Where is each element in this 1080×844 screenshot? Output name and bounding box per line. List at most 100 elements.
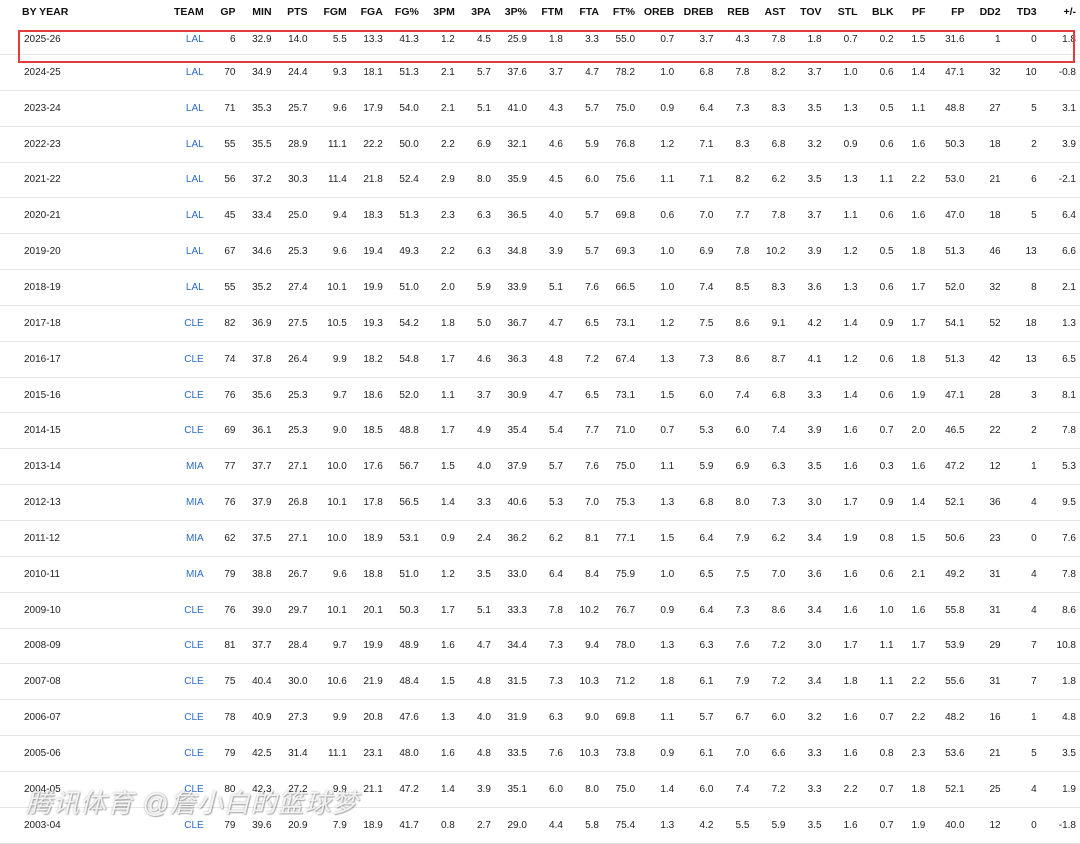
stat-cell: 1.9 — [897, 807, 930, 844]
stat-cell: 4.4 — [530, 807, 567, 844]
stat-cell: 25 — [968, 771, 1005, 808]
stat-cell: 5.0 — [458, 305, 495, 342]
stat-cell: 1.3 — [639, 484, 679, 521]
stat-cell: 12 — [968, 807, 1005, 844]
team-link[interactable]: LAL — [137, 162, 208, 199]
stat-cell: 1.1 — [639, 162, 679, 199]
stat-cell: 42.5 — [239, 735, 276, 772]
team-link[interactable]: LAL — [137, 233, 208, 271]
column-header[interactable]: MIN — [240, 0, 276, 24]
stat-cell: 47.0 — [929, 197, 969, 235]
column-header[interactable]: AST — [753, 0, 789, 24]
stat-cell: 6.0 — [753, 699, 790, 737]
team-link[interactable]: LAL — [137, 54, 208, 91]
column-header[interactable]: +/- — [1041, 0, 1080, 24]
stat-cell: 8.1 — [1040, 377, 1080, 414]
column-header[interactable]: TEAM — [138, 0, 208, 24]
stat-cell: 4.7 — [530, 377, 567, 414]
stat-cell: 5.9 — [458, 269, 495, 306]
team-link[interactable]: LAL — [137, 269, 208, 306]
stat-cell: 50.0 — [386, 126, 423, 163]
team-link[interactable]: LAL — [137, 24, 208, 55]
stat-cell: 6.9 — [458, 126, 495, 163]
stat-cell: 4.0 — [458, 699, 495, 737]
stat-cell: 7.1 — [678, 162, 718, 199]
team-link[interactable]: LAL — [137, 126, 208, 163]
stat-cell: 19.4 — [350, 233, 387, 271]
column-header[interactable]: DD2 — [969, 0, 1005, 24]
stat-cell: 4 — [1004, 484, 1041, 521]
stat-cell: 56.7 — [386, 448, 423, 486]
team-link[interactable]: CLE — [137, 412, 208, 450]
column-header[interactable]: FGM — [312, 0, 351, 24]
team-link[interactable]: CLE — [137, 341, 208, 378]
stat-cell: 26.7 — [275, 556, 312, 593]
stat-cell: 1.2 — [422, 24, 459, 55]
team-link[interactable]: MIA — [137, 520, 208, 557]
column-header[interactable]: STL — [826, 0, 862, 24]
stat-cell: 45 — [207, 197, 240, 235]
stat-cell: 0.8 — [861, 520, 898, 557]
team-link[interactable]: CLE — [137, 305, 208, 342]
stat-cell: 4.8 — [530, 341, 567, 378]
column-header[interactable]: BY YEAR — [0, 0, 138, 24]
stat-cell: 2 — [1004, 126, 1041, 163]
stat-cell: 51.3 — [929, 341, 969, 378]
column-header[interactable]: 3P% — [495, 0, 531, 24]
column-header[interactable]: FGA — [351, 0, 387, 24]
column-header[interactable]: BLK — [862, 0, 898, 24]
stat-cell: 5 — [1004, 197, 1041, 235]
column-header[interactable]: TOV — [789, 0, 825, 24]
stat-cell: 7.5 — [717, 556, 754, 593]
column-header[interactable]: DREB — [678, 0, 717, 24]
team-link[interactable]: CLE — [137, 377, 208, 414]
stat-cell: 9.4 — [566, 628, 603, 665]
stat-cell: 1.5 — [422, 663, 459, 701]
column-header[interactable]: FG% — [387, 0, 423, 24]
stat-cell: 79 — [207, 735, 240, 772]
stat-cell: 3.5 — [789, 90, 826, 127]
stat-cell: 1.7 — [422, 341, 459, 378]
column-header[interactable]: FTA — [567, 0, 603, 24]
column-header[interactable]: 3PA — [459, 0, 495, 24]
stat-cell: 1.7 — [825, 628, 862, 665]
season-cell: 2020-21 — [0, 197, 138, 235]
stat-cell: 4.0 — [458, 448, 495, 486]
team-link[interactable]: CLE — [137, 592, 208, 629]
season-cell: 2011-12 — [0, 520, 138, 557]
column-header[interactable]: PF — [898, 0, 930, 24]
stat-cell: 4.1 — [789, 341, 826, 378]
team-link[interactable]: CLE — [137, 628, 208, 665]
stat-cell: 10.8 — [1040, 628, 1080, 665]
column-header[interactable]: REB — [717, 0, 753, 24]
stat-cell: 31 — [968, 663, 1005, 701]
column-header[interactable]: PTS — [276, 0, 312, 24]
team-link[interactable]: CLE — [137, 663, 208, 701]
column-header[interactable]: FP — [929, 0, 968, 24]
team-link[interactable]: MIA — [137, 448, 208, 486]
team-link[interactable]: CLE — [137, 735, 208, 772]
stat-cell: 23 — [968, 520, 1005, 557]
column-header[interactable]: GP — [208, 0, 240, 24]
stat-cell: 30.3 — [275, 162, 312, 199]
stat-cell: 0.6 — [861, 377, 898, 414]
column-header[interactable]: FTM — [531, 0, 567, 24]
stat-cell: 5.1 — [458, 90, 495, 127]
column-header[interactable]: FT% — [603, 0, 639, 24]
stat-cell: 19.3 — [350, 305, 387, 342]
stat-cell: 69.3 — [602, 233, 640, 271]
column-header[interactable]: TD3 — [1005, 0, 1041, 24]
stat-cell: 0.9 — [825, 126, 862, 163]
column-header[interactable]: OREB — [639, 0, 678, 24]
team-link[interactable]: LAL — [137, 197, 208, 235]
team-link[interactable]: MIA — [137, 556, 208, 593]
stat-cell: 1.4 — [422, 484, 459, 521]
stat-cell: 10.1 — [311, 592, 351, 629]
stat-cell: 5.8 — [566, 807, 603, 844]
team-link[interactable]: MIA — [137, 484, 208, 521]
team-link[interactable]: LAL — [137, 90, 208, 127]
column-header[interactable]: 3PM — [423, 0, 459, 24]
stat-cell: 8.2 — [717, 162, 754, 199]
team-link[interactable]: CLE — [137, 699, 208, 737]
season-cell: 2021-22 — [0, 162, 138, 199]
